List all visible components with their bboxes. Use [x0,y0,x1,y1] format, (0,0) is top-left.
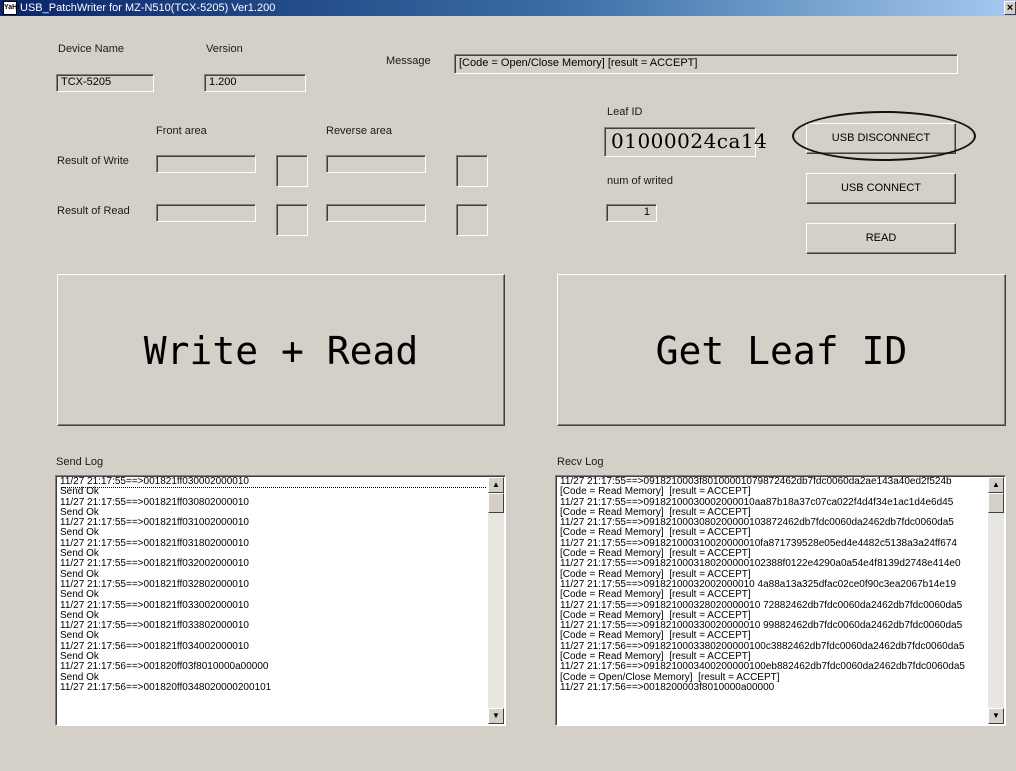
log-line[interactable]: 11/27 21:17:55==>001821ff032002000010 [60,559,487,570]
log-line[interactable]: 11/27 21:17:55==>001821ff031802000010 [60,538,487,549]
title-bar: YaHi USB_PatchWriter for MZ-N510(TCX-520… [0,0,1016,16]
scroll-down-icon[interactable]: ▼ [488,708,504,724]
scroll-down-icon[interactable]: ▼ [988,708,1004,724]
recv-log-scrollbar[interactable]: ▲ ▼ [988,477,1004,724]
log-line[interactable]: 11/27 21:17:55==>001821ff030802000010 [60,497,487,508]
reverse-write-indicator [456,155,488,187]
scroll-up-icon[interactable]: ▲ [988,477,1004,493]
read-button[interactable]: READ [806,223,956,254]
send-log-box[interactable]: 11/27 21:17:55==>001821ff030002000010 Sen… [55,475,506,726]
recv-log-box[interactable]: 11/27 21:17:55==>0918210003f801000010798… [555,475,1006,726]
highlight-ellipse [792,111,976,161]
app-icon: YaHi [3,1,19,15]
recv-log-label: Recv Log [557,456,604,468]
log-line[interactable]: 11/27 21:17:56==>001820ff03f8010000a0000… [60,662,487,673]
device-name-label: Device Name [58,43,125,55]
version-label: Version [206,43,243,55]
leaf-id-field: 01000024ca14 [604,127,767,157]
log-line[interactable]: 11/27 21:17:55==>001821ff032802000010 [60,579,487,590]
get-leaf-id-button[interactable]: Get Leaf ID [557,274,1006,426]
log-line[interactable]: 11/27 21:17:56==>001821ff034002000010 [60,641,487,652]
scroll-thumb[interactable] [988,493,1004,513]
reverse-read-field [326,204,426,222]
log-line[interactable]: 11/27 21:17:55==>001821ff033802000010 [60,620,487,631]
version-field: 1.200 [204,74,306,92]
num-writed-label: num of writed [607,175,674,187]
front-write-indicator [276,155,308,187]
log-line[interactable]: 11/27 21:17:55==>001821ff031002000010 [60,517,487,528]
device-name-field: TCX-5205 [56,74,154,92]
front-read-field [156,204,256,222]
message-field: [Code = Open/Close Memory] [result = ACC… [454,54,958,74]
send-log-lines: 11/27 21:17:55==>001821ff030002000010 Sen… [60,477,487,693]
send-log-scrollbar[interactable]: ▲ ▼ [488,477,504,724]
scroll-thumb[interactable] [488,493,504,513]
close-icon[interactable]: × [1004,1,1016,15]
log-line[interactable]: 11/27 21:17:55==>001821ff033002000010 [60,600,487,611]
write-read-button[interactable]: Write + Read [57,274,505,426]
recv-log-lines: 11/27 21:17:55==>0918210003f801000010798… [560,477,987,693]
reverse-write-field [326,155,426,173]
message-label: Message [386,55,431,67]
window-title: USB_PatchWriter for MZ-N510(TCX-5205) Ve… [20,2,276,14]
front-read-indicator [276,204,308,236]
result-read-label: Result of Read [57,205,130,217]
result-write-label: Result of Write [57,155,129,167]
reverse-area-label: Reverse area [326,125,393,137]
num-writed-field: 1 [606,204,657,222]
leaf-id-label: Leaf ID [607,106,643,118]
send-log-label: Send Log [56,456,104,468]
scroll-up-icon[interactable]: ▲ [488,477,504,493]
log-line[interactable]: 11/27 21:17:55==>001821ff030002000010 [60,477,487,489]
reverse-read-indicator [456,204,488,236]
log-line[interactable]: 11/27 21:17:56==>0018200003f8010000a0000… [560,682,987,693]
usb-connect-button[interactable]: USB CONNECT [806,173,956,204]
front-write-field [156,155,256,173]
log-line[interactable]: 11/27 21:17:56==>001820ff034802000020010… [60,682,487,693]
front-area-label: Front area [156,125,207,137]
